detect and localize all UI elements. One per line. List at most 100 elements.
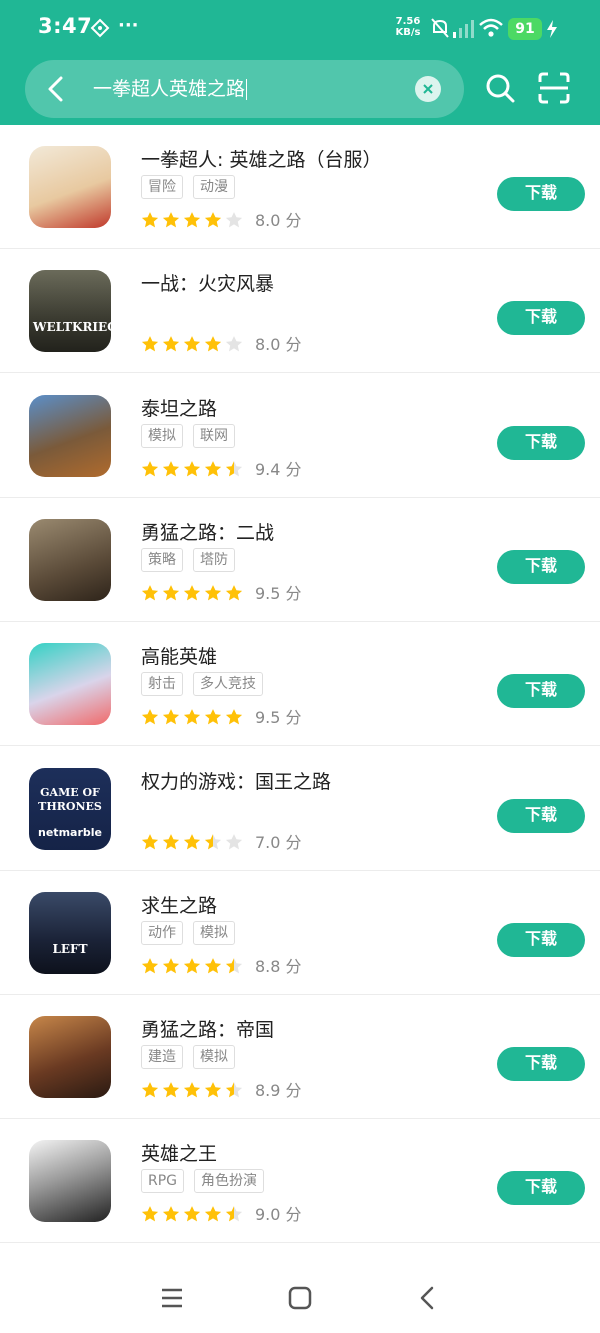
net-speed: 7.56 KB/s xyxy=(395,16,421,38)
app-icon-text: WELTKRIEG xyxy=(33,320,111,334)
star-filled-icon xyxy=(204,584,222,601)
back-arrow-icon[interactable] xyxy=(41,73,73,105)
app-rating: 8.0 分 xyxy=(141,207,302,231)
star-filled-icon xyxy=(141,1205,159,1222)
app-score: 8.0 分 xyxy=(255,335,302,354)
star-filled-icon xyxy=(204,1081,222,1098)
app-title[interactable]: 勇猛之路：帝国 xyxy=(141,1015,274,1042)
app-title[interactable]: 一战：火灾风暴 xyxy=(141,269,274,296)
list-item[interactable]: 泰坦之路模拟 联网 9.4 分 下载 xyxy=(0,374,600,498)
app-tag: 模拟 xyxy=(193,1045,235,1069)
scan-icon[interactable] xyxy=(536,70,572,106)
app-score: 9.5 分 xyxy=(255,708,302,727)
app-tags: 射击 多人竞技 xyxy=(141,672,273,696)
star-filled-icon xyxy=(141,584,159,601)
app-rating: 7.0 分 xyxy=(141,829,302,853)
one-punch-man-icon[interactable] xyxy=(29,146,111,228)
download-button[interactable]: 下载 xyxy=(497,1047,585,1081)
app-tag: RPG xyxy=(141,1169,185,1193)
game-of-thrones-icon[interactable]: GAME OF THRONES netmarble xyxy=(29,768,111,850)
app-title[interactable]: 一拳超人: 英雄之路（台服） xyxy=(141,145,381,172)
star-filled-icon xyxy=(141,335,159,352)
list-item[interactable]: LEFT 求生之路动作 模拟 8.8 分 下载 xyxy=(0,871,600,995)
star-filled-icon xyxy=(183,584,201,601)
search-input[interactable]: 一拳超人英雄之路 xyxy=(93,74,248,101)
download-button[interactable]: 下载 xyxy=(497,923,585,957)
app-tag: 冒险 xyxy=(141,175,183,199)
list-item[interactable]: 英雄之王 RPG 角色扮演 9.0 分 下载 xyxy=(0,1119,600,1243)
app-tags: 模拟 联网 xyxy=(141,424,245,448)
star-filled-icon xyxy=(183,335,201,352)
star-rating xyxy=(141,209,246,229)
app-rating: 8.9 分 xyxy=(141,1077,302,1101)
star-filled-icon xyxy=(162,584,180,601)
app-score: 8.0 分 xyxy=(255,211,302,230)
header: 3:47 ··· 7.56 KB/s 91 一拳超人英雄之路 xyxy=(0,0,600,125)
app-tag: 模拟 xyxy=(193,921,235,945)
download-button[interactable]: 下载 xyxy=(497,550,585,584)
list-item[interactable]: 勇猛之路：二战 策略 塔防 9.5 分 下载 xyxy=(0,498,600,622)
download-button[interactable]: 下载 xyxy=(497,426,585,460)
star-filled-icon xyxy=(162,957,180,974)
roman-warrior-icon[interactable] xyxy=(29,1016,111,1098)
app-title[interactable]: 英雄之王 xyxy=(141,1139,217,1166)
star-rating xyxy=(141,1203,246,1223)
app-tags: 动作 模拟 xyxy=(141,921,245,945)
star-rating xyxy=(141,458,246,478)
status-bar: 3:47 ··· 7.56 KB/s 91 xyxy=(0,0,600,56)
download-button[interactable]: 下载 xyxy=(497,799,585,833)
star-filled-icon xyxy=(204,1205,222,1222)
download-button[interactable]: 下载 xyxy=(497,301,585,335)
hero-girl-icon[interactable] xyxy=(29,643,111,725)
star-filled-icon xyxy=(162,708,180,725)
status-time: 3:47 xyxy=(38,14,93,38)
star-filled-icon xyxy=(141,833,159,850)
star-filled-icon xyxy=(162,833,180,850)
navigation-bar xyxy=(0,1263,600,1333)
search-query: 一拳超人英雄之路 xyxy=(93,78,246,100)
star-filled-icon xyxy=(204,335,222,352)
download-button[interactable]: 下载 xyxy=(497,674,585,708)
star-filled-icon xyxy=(225,584,243,601)
download-button[interactable]: 下载 xyxy=(497,177,585,211)
star-filled-icon xyxy=(141,211,159,228)
star-empty-icon xyxy=(225,833,243,850)
star-rating xyxy=(141,831,246,851)
left-survive-icon[interactable]: LEFT xyxy=(29,892,111,974)
star-half-icon xyxy=(225,460,243,477)
app-score: 7.0 分 xyxy=(255,833,302,852)
app-score: 8.9 分 xyxy=(255,1081,302,1100)
app-tag: 角色扮演 xyxy=(194,1169,265,1193)
app-tags: 策略 塔防 xyxy=(141,548,245,572)
app-title[interactable]: 勇猛之路：二战 xyxy=(141,518,274,545)
search-icon[interactable] xyxy=(482,70,518,106)
star-half-icon xyxy=(225,1205,243,1222)
app-rating: 9.4 分 xyxy=(141,456,302,480)
list-item[interactable]: 一拳超人: 英雄之路（台服） 冒险 动漫 8.0 分 下载 xyxy=(0,125,600,249)
app-rating: 8.8 分 xyxy=(141,953,302,977)
list-item[interactable]: 高能英雄射击 多人竞技 9.5 分 下载 xyxy=(0,622,600,746)
app-title[interactable]: 高能英雄 xyxy=(141,642,217,669)
app-title[interactable]: 泰坦之路 xyxy=(141,394,217,421)
menu-icon[interactable] xyxy=(157,1283,187,1313)
app-title[interactable]: 求生之路 xyxy=(141,891,217,918)
app-title[interactable]: 权力的游戏：国王之路 xyxy=(141,767,331,794)
list-item[interactable]: 勇猛之路：帝国 建造 模拟 8.9 分 下载 xyxy=(0,995,600,1119)
download-button[interactable]: 下载 xyxy=(497,1171,585,1205)
star-rating xyxy=(141,582,246,602)
dinosaur-icon[interactable] xyxy=(29,395,111,477)
list-item[interactable]: GAME OF THRONES netmarble 权力的游戏：国王之路 7.0 分 下… xyxy=(0,747,600,871)
soldier-icon[interactable] xyxy=(29,519,111,601)
star-rating xyxy=(141,333,246,353)
list-item[interactable]: WELTKRIEG 一战：火灾风暴 8.0 分 下载 xyxy=(0,249,600,373)
star-half-icon xyxy=(204,833,222,850)
home-icon[interactable] xyxy=(285,1283,315,1313)
app-tag: 塔防 xyxy=(193,548,235,572)
star-filled-icon xyxy=(183,708,201,725)
clear-icon[interactable] xyxy=(415,76,441,102)
back-icon[interactable] xyxy=(413,1283,443,1313)
star-filled-icon xyxy=(183,833,201,850)
star-filled-icon xyxy=(183,211,201,228)
weltkrieg-icon[interactable]: WELTKRIEG xyxy=(29,270,111,352)
anime-hero-icon[interactable] xyxy=(29,1140,111,1222)
